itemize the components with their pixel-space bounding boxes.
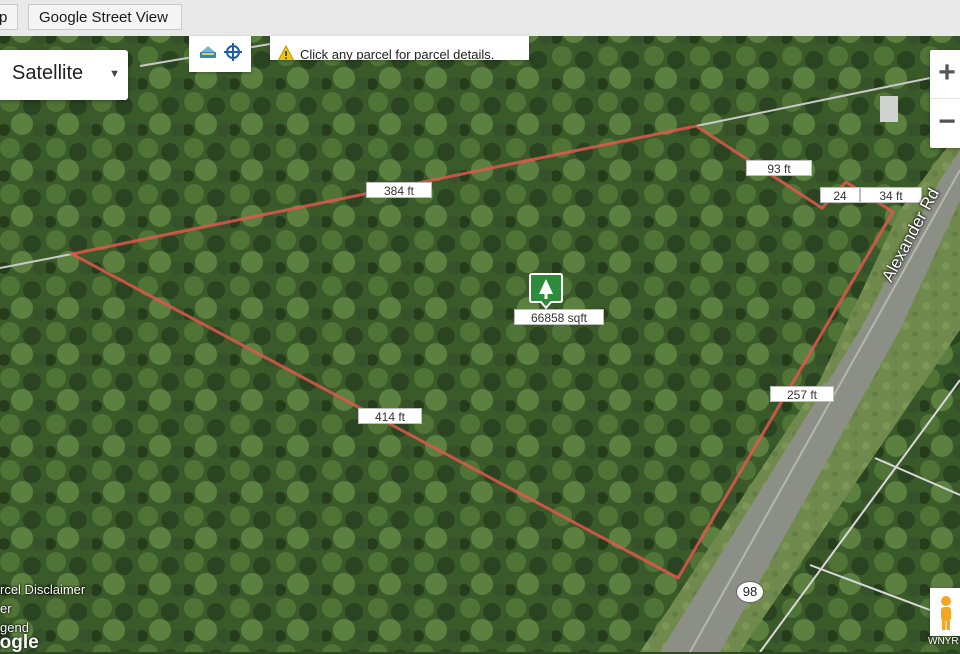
chevron-down-icon: ▼ — [109, 68, 120, 80]
tab-map[interactable]: p — [0, 4, 18, 30]
parcel-side-label: 414 ft — [358, 408, 422, 424]
parcel-side-label: 34 ft — [860, 187, 922, 203]
satellite-map[interactable]: 384 ft 93 ft 24 34 ft 257 ft 414 ft 6685… — [0, 36, 960, 652]
parcel-side-label: 93 ft — [746, 160, 812, 176]
parcel-notice: Click any parcel for parcel details. — [270, 36, 529, 60]
zoom-out-button[interactable]: − — [930, 99, 960, 147]
attribution-text: WNYR — [928, 636, 959, 647]
satellite-imagery — [0, 36, 960, 652]
zoom-in-button[interactable]: + — [930, 50, 960, 99]
map-type-select[interactable]: Satellite ▼ — [0, 50, 128, 100]
map-type-value: Satellite — [12, 62, 84, 84]
map-footer-links: rcel Disclaimer er gend — [0, 580, 85, 637]
google-logo: oogle — [0, 632, 39, 653]
notice-text: Click any parcel for parcel details. — [300, 47, 495, 60]
locate-icon[interactable] — [223, 42, 243, 62]
pegman-icon — [941, 596, 951, 630]
street-view-pegman[interactable] — [930, 588, 960, 636]
parcel-side-label: 24 — [820, 187, 860, 203]
warning-icon — [277, 45, 295, 60]
parcel-side-label: 257 ft — [770, 386, 834, 402]
top-bar: p Google Street View — [0, 0, 960, 37]
tab-street-view[interactable]: Google Street View — [28, 4, 182, 30]
tree-marker-icon[interactable] — [528, 272, 564, 310]
zoom-control: + − — [930, 50, 960, 148]
route-shield: 98 — [736, 581, 764, 603]
layers-icon[interactable] — [198, 43, 218, 61]
map-tools — [189, 36, 251, 72]
parcel-area-label: 66858 sqft — [514, 309, 604, 325]
parcel-disclaimer-link[interactable]: rcel Disclaimer — [0, 580, 85, 599]
footer-link[interactable]: er — [0, 599, 85, 618]
parcel-side-label: 384 ft — [366, 182, 432, 198]
